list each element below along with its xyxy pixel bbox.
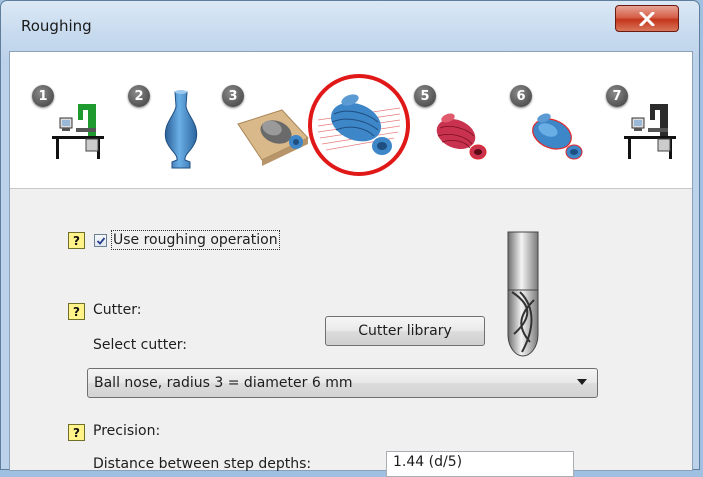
step-depth-label: Distance between step depths: <box>93 456 312 472</box>
dialog-client-area: 1 2 3 5 6 7 ? Use roughing operation ? C… <box>9 51 693 477</box>
roughing-toolpath-icon[interactable] <box>306 72 412 178</box>
step-number-2[interactable]: 2 <box>128 85 150 107</box>
close-button[interactable] <box>615 5 679 32</box>
precision-heading: Precision: <box>93 423 161 439</box>
machine-output-icon[interactable] <box>620 102 680 164</box>
contour-toolpath-icon[interactable] <box>520 108 590 166</box>
chevron-down-icon <box>577 379 587 385</box>
step-bar: 1 2 3 5 6 7 <box>10 52 692 189</box>
vase-model-icon[interactable] <box>156 88 206 172</box>
select-cutter-label: Select cutter: <box>93 337 188 353</box>
cutter-heading: Cutter: <box>93 302 142 318</box>
cutter-library-button[interactable]: Cutter library <box>325 316 485 346</box>
step-number-6[interactable]: 6 <box>510 85 532 107</box>
roughing-dialog: Roughing 1 2 3 5 6 7 ? Use roughing oper… <box>0 0 700 477</box>
use-roughing-checkbox[interactable] <box>94 234 107 247</box>
close-icon <box>639 11 655 26</box>
finishing-toolpath-icon[interactable] <box>424 108 494 166</box>
step-number-5[interactable]: 5 <box>414 85 436 107</box>
dialog-title: Roughing <box>21 17 92 35</box>
help-icon-precision[interactable]: ? <box>68 424 85 441</box>
ball-nose-end-mill-icon <box>507 231 539 357</box>
help-icon-cutter[interactable]: ? <box>68 303 85 320</box>
cutter-select-value: Ball nose, radius 3 = diameter 6 mm <box>94 375 353 391</box>
use-roughing-label[interactable]: Use roughing operation <box>111 230 280 250</box>
checkmark-icon <box>96 236 105 245</box>
help-icon-roughing[interactable]: ? <box>68 232 85 249</box>
cutter-select[interactable]: Ball nose, radius 3 = diameter 6 mm <box>87 368 598 398</box>
model-on-stock-icon[interactable] <box>232 102 312 168</box>
machine-workstation-icon[interactable] <box>48 102 108 164</box>
step-depth-input[interactable]: 1.44 (d/5) <box>386 451 574 477</box>
